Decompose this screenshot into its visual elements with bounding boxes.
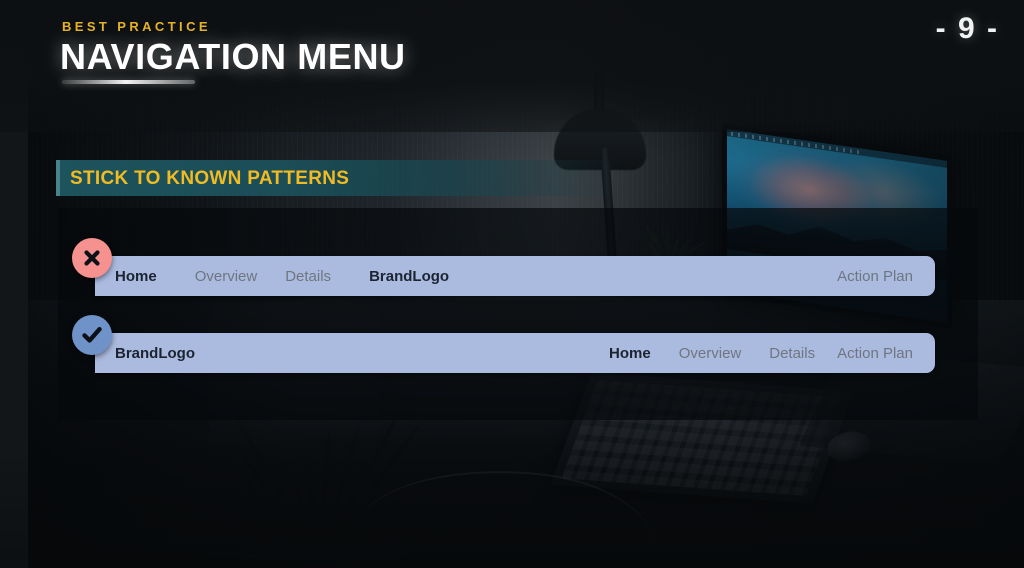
- kicker-label: BEST PRACTICE: [62, 19, 211, 34]
- navbar-incorrect: Home Overview Details BrandLogo Action P…: [95, 256, 935, 296]
- nav-item-action-plan[interactable]: Action Plan: [837, 345, 913, 362]
- section-heading-label: STICK TO KNOWN PATTERNS: [70, 168, 350, 189]
- page-number: - 9 -: [935, 12, 999, 45]
- nav-item-details[interactable]: Details: [769, 345, 815, 362]
- nav-brand-logo[interactable]: BrandLogo: [115, 345, 195, 362]
- nav-item-overview[interactable]: Overview: [679, 345, 742, 362]
- title-underline: [62, 80, 195, 84]
- navbar-incorrect-items: Home Overview Details BrandLogo Action P…: [95, 256, 935, 296]
- page-title: NAVIGATION MENU: [60, 36, 406, 77]
- section-heading-bar: STICK TO KNOWN PATTERNS: [56, 160, 621, 196]
- cross-circle-icon: [72, 238, 112, 278]
- nav-item-details[interactable]: Details: [285, 268, 331, 285]
- navbar-correct: BrandLogo Home Overview Details Action P…: [95, 333, 935, 373]
- navbar-correct-items: BrandLogo Home Overview Details Action P…: [95, 333, 935, 373]
- slide-root: BEST PRACTICE NAVIGATION MENU - 9 - STIC…: [0, 0, 1024, 568]
- nav-item-action-plan[interactable]: Action Plan: [837, 268, 913, 285]
- nav-item-home[interactable]: Home: [115, 268, 157, 285]
- nav-brand-logo[interactable]: BrandLogo: [369, 268, 449, 285]
- bottom-scrim: [0, 448, 1024, 568]
- examples-panel: Home Overview Details BrandLogo Action P…: [58, 208, 978, 420]
- check-circle-icon: [72, 315, 112, 355]
- nav-item-overview[interactable]: Overview: [195, 268, 258, 285]
- example-row-incorrect: Home Overview Details BrandLogo Action P…: [58, 238, 978, 296]
- nav-item-home[interactable]: Home: [609, 345, 651, 362]
- example-row-correct: BrandLogo Home Overview Details Action P…: [58, 315, 978, 373]
